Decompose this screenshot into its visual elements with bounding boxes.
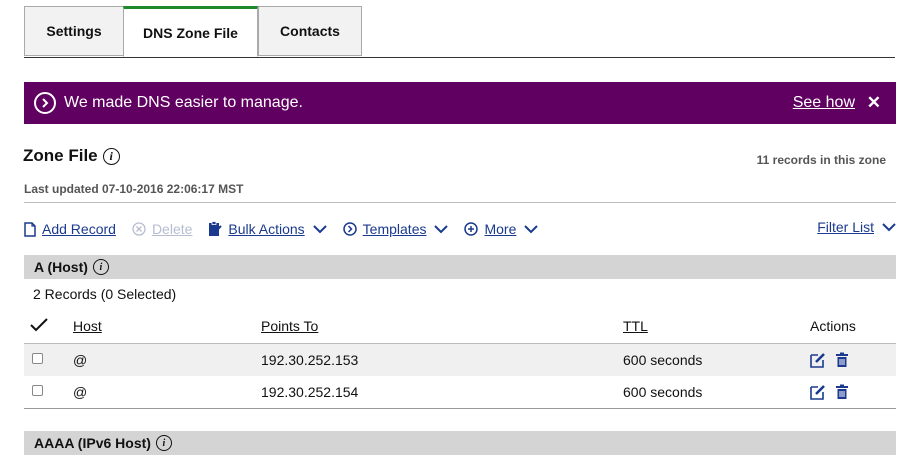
host-cell: @ bbox=[73, 384, 88, 400]
filter-list-dropdown[interactable]: Filter List bbox=[817, 219, 896, 235]
column-header-actions: Actions bbox=[810, 318, 856, 334]
section-header-aaaa-host[interactable]: AAAA (IPv6 Host) i bbox=[24, 431, 896, 455]
points-to-cell: 192.30.252.153 bbox=[261, 352, 359, 368]
record-count: 11 records in this zone bbox=[756, 153, 886, 167]
column-header-host[interactable]: Host bbox=[73, 318, 102, 334]
bulk-actions-dropdown[interactable]: Bulk Actions bbox=[208, 221, 327, 237]
clipboard-icon bbox=[209, 221, 223, 236]
chevron-right-circle-icon bbox=[342, 222, 357, 236]
ttl-cell: 600 seconds bbox=[623, 384, 703, 400]
ttl-cell: 600 seconds bbox=[623, 352, 703, 368]
points-to-cell: 192.30.252.154 bbox=[261, 384, 359, 400]
info-banner: We made DNS easier to manage. See how ✕ bbox=[24, 82, 896, 124]
section-header-a-host[interactable]: A (Host) i bbox=[24, 255, 896, 279]
column-header-points-to[interactable]: Points To bbox=[261, 318, 318, 334]
add-record-label: Add Record bbox=[42, 221, 116, 237]
templates-dropdown[interactable]: Templates bbox=[342, 221, 449, 237]
new-document-icon bbox=[24, 221, 36, 237]
table-row: @ 192.30.252.153 600 seconds bbox=[24, 344, 896, 376]
edit-icon[interactable] bbox=[810, 352, 826, 368]
tab-contacts[interactable]: Contacts bbox=[258, 6, 362, 56]
divider bbox=[24, 202, 896, 203]
more-dropdown[interactable]: More bbox=[464, 221, 539, 237]
tab-bar: Settings DNS Zone File Contacts bbox=[24, 6, 895, 58]
trash-icon[interactable] bbox=[834, 352, 850, 368]
see-how-link[interactable]: See how bbox=[793, 94, 855, 112]
column-header-ttl[interactable]: TTL bbox=[623, 318, 648, 334]
table-row: @ 192.30.252.154 600 seconds bbox=[24, 376, 896, 408]
more-label: More bbox=[484, 221, 517, 237]
delete-circle-icon bbox=[132, 222, 146, 236]
trash-icon[interactable] bbox=[834, 384, 850, 400]
chevron-down-icon bbox=[882, 222, 896, 231]
chevron-down-icon bbox=[524, 224, 539, 233]
toolbar: Add Record Delete Bulk Actions Templates… bbox=[24, 219, 554, 239]
bulk-actions-label: Bulk Actions bbox=[228, 221, 305, 237]
info-icon[interactable]: i bbox=[102, 147, 120, 165]
delete-label: Delete bbox=[151, 221, 193, 237]
banner-message: We made DNS easier to manage. bbox=[64, 94, 303, 111]
row-checkbox[interactable] bbox=[32, 385, 43, 396]
add-record-button[interactable]: Add Record bbox=[24, 221, 116, 237]
row-checkbox[interactable] bbox=[32, 353, 43, 364]
chevron-down-icon bbox=[434, 224, 449, 233]
last-updated: Last updated 07-10-2016 22:06:17 MST bbox=[24, 182, 244, 196]
chevron-down-icon bbox=[312, 224, 327, 233]
host-cell: @ bbox=[73, 352, 88, 368]
delete-button[interactable]: Delete bbox=[132, 221, 192, 237]
info-icon[interactable]: i bbox=[155, 435, 172, 451]
filter-list-label: Filter List bbox=[817, 219, 874, 235]
section-title: A (Host) bbox=[34, 259, 88, 275]
divider bbox=[24, 408, 896, 409]
page-title: Zone File i bbox=[23, 146, 120, 166]
records-summary: 2 Records (0 Selected) bbox=[33, 286, 177, 302]
tab-settings[interactable]: Settings bbox=[24, 6, 123, 56]
info-icon[interactable]: i bbox=[92, 259, 109, 275]
close-icon[interactable]: ✕ bbox=[867, 93, 881, 113]
tab-dns-zone-file[interactable]: DNS Zone File bbox=[123, 6, 258, 57]
edit-icon[interactable] bbox=[810, 384, 826, 400]
chevron-right-circle-icon bbox=[34, 92, 56, 114]
templates-label: Templates bbox=[362, 221, 427, 237]
zone-file-title: Zone File bbox=[23, 146, 98, 165]
section-title: AAAA (IPv6 Host) bbox=[34, 435, 151, 451]
plus-circle-icon bbox=[464, 222, 479, 236]
select-all-checkmark-icon[interactable] bbox=[30, 318, 48, 332]
